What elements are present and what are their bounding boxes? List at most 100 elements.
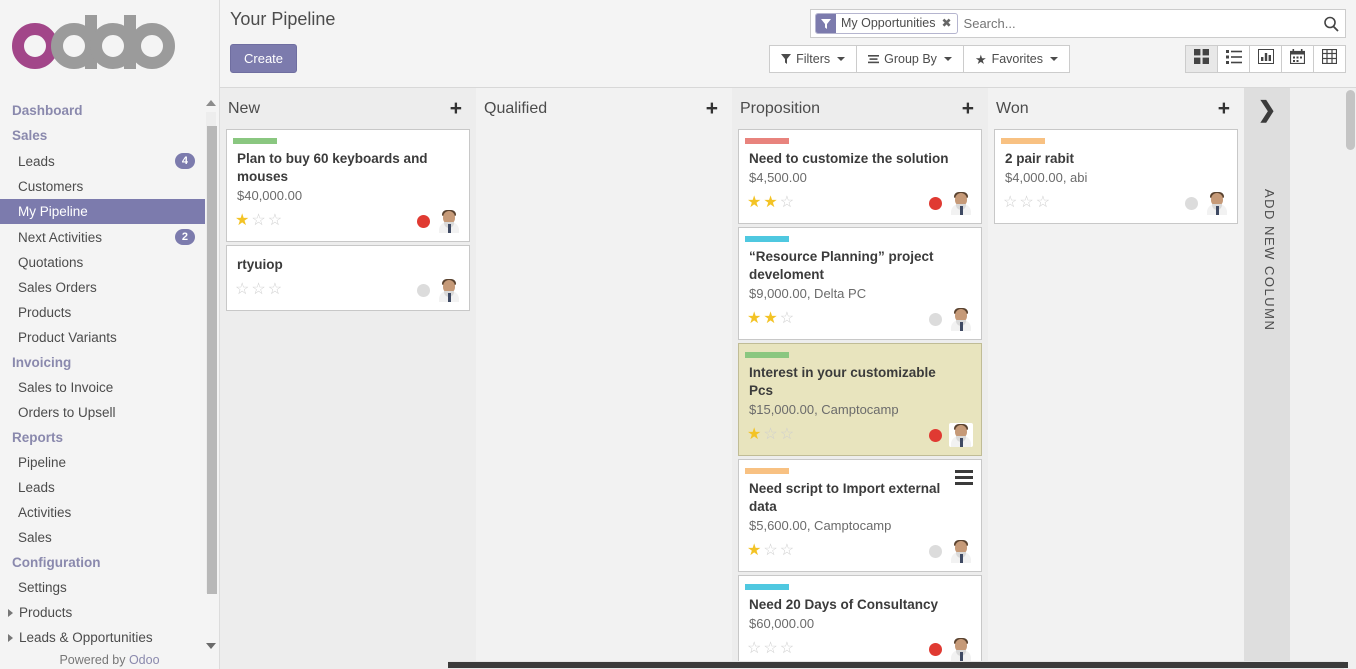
groupby-button[interactable]: Group By	[856, 45, 964, 73]
sidebar-item-products[interactable]: Products	[0, 600, 205, 625]
priority-star-icon[interactable]: ☆	[1036, 194, 1050, 212]
favorites-button[interactable]: ★ Favorites	[962, 45, 1070, 73]
card-status-dot[interactable]	[417, 214, 430, 228]
sidebar-item-next-activities[interactable]: Next Activities 2	[0, 224, 205, 250]
priority-star-icon[interactable]: ☆	[780, 426, 794, 444]
main-vertical-scrollbar[interactable]	[1345, 88, 1356, 661]
search-input[interactable]	[960, 16, 1321, 31]
sidebar-item-products[interactable]: Products	[0, 300, 205, 325]
priority-star-icon[interactable]: ☆	[763, 640, 777, 658]
priority-star-icon[interactable]: ☆	[780, 310, 794, 328]
search-facet-my-opportunities[interactable]: My Opportunities ✖	[815, 13, 958, 34]
priority-star-icon[interactable]: ★	[763, 194, 777, 212]
filters-button[interactable]: Filters	[769, 45, 858, 73]
add-card-icon[interactable]: +	[1218, 98, 1230, 119]
priority-star-icon[interactable]: ☆	[1003, 194, 1017, 212]
scroll-up-arrow-icon[interactable]	[206, 100, 216, 106]
kanban-column-title[interactable]: Won	[996, 100, 1218, 118]
scrollbar-thumb[interactable]	[1346, 90, 1355, 150]
kanban-column-title[interactable]: New	[228, 100, 450, 118]
kanban-column-title[interactable]: Proposition	[740, 100, 962, 118]
priority-star-icon[interactable]: ☆	[251, 212, 265, 230]
priority-star-icon[interactable]: ☆	[780, 640, 794, 658]
priority-star-icon[interactable]: ☆	[235, 281, 249, 299]
odoo-logo[interactable]	[0, 0, 219, 92]
card-menu-icon[interactable]	[955, 470, 973, 488]
priority-star-icon[interactable]: ★	[235, 212, 249, 230]
kanban-card[interactable]: rtyuiop ☆ ☆ ☆	[226, 245, 470, 311]
facet-remove-icon[interactable]: ✖	[939, 14, 956, 33]
sidebar-item-sales-orders[interactable]: Sales Orders	[0, 275, 205, 300]
add-card-icon[interactable]: +	[450, 98, 462, 119]
card-status-dot[interactable]	[929, 312, 942, 326]
add-card-icon[interactable]: +	[962, 98, 974, 119]
priority-star-icon[interactable]: ★	[747, 194, 761, 212]
avatar[interactable]	[949, 637, 973, 661]
priority-star-icon[interactable]: ☆	[268, 281, 282, 299]
sidebar-item-orders-to-upsell[interactable]: Orders to Upsell	[0, 400, 205, 425]
main-horizontal-scrollbar[interactable]	[448, 661, 1348, 669]
avatar[interactable]	[949, 307, 973, 331]
priority-star-icon[interactable]: ☆	[763, 426, 777, 444]
sidebar-item-my-pipeline[interactable]: My Pipeline	[0, 199, 205, 224]
sidebar-item-sales[interactable]: Sales	[0, 525, 205, 550]
odoo-link[interactable]: Odoo	[129, 653, 160, 667]
search-bar[interactable]: My Opportunities ✖	[810, 9, 1346, 38]
priority-star-icon[interactable]: ☆	[780, 542, 794, 560]
search-icon[interactable]	[1321, 16, 1341, 32]
card-status-dot[interactable]	[929, 196, 942, 210]
scrollbar-track[interactable]	[206, 112, 217, 594]
sidebar-item-leads-opportunities[interactable]: Leads & Opportunities	[0, 625, 205, 647]
priority-star-icon[interactable]: ☆	[1019, 194, 1033, 212]
card-status-dot[interactable]	[929, 428, 942, 442]
kanban-card[interactable]: Need 20 Days of Consultancy $60,000.00 ☆ ☆ ☆	[738, 575, 982, 669]
add-new-column-button[interactable]: ❯ ADD NEW COLUMN	[1244, 88, 1290, 669]
avatar[interactable]	[437, 209, 461, 233]
priority-star-icon[interactable]: ☆	[268, 212, 282, 230]
sidebar-item-settings[interactable]: Settings	[0, 575, 205, 600]
scrollbar-thumb[interactable]	[448, 662, 1348, 668]
avatar[interactable]	[949, 423, 973, 447]
kanban-card[interactable]: Interest in your customizable Pcs $15,000…	[738, 343, 982, 456]
create-button[interactable]: Create	[230, 44, 298, 73]
card-status-dot[interactable]	[417, 283, 430, 297]
sidebar-item-activities[interactable]: Activities	[0, 500, 205, 525]
priority-star-icon[interactable]: ☆	[780, 194, 794, 212]
graph-view-button[interactable]	[1249, 45, 1282, 73]
sidebar-item-sales-to-invoice[interactable]: Sales to Invoice	[0, 375, 205, 400]
sidebar-item-pipeline[interactable]: Pipeline	[0, 450, 205, 475]
kanban-card[interactable]: Need to customize the solution $4,500.00 ★…	[738, 129, 982, 224]
card-status-dot[interactable]	[929, 642, 942, 656]
kanban-card[interactable]: “Resource Planning” project develoment $9…	[738, 227, 982, 340]
card-status-dot[interactable]	[929, 544, 942, 558]
kanban-column-title[interactable]: Qualified	[484, 100, 706, 118]
sidebar-item-customers[interactable]: Customers	[0, 174, 205, 199]
kanban-view-button[interactable]	[1185, 45, 1218, 73]
sidebar-item-leads[interactable]: Leads	[0, 475, 205, 500]
priority-star-icon[interactable]: ★	[747, 426, 761, 444]
sidebar-item-product-variants[interactable]: Product Variants	[0, 325, 205, 350]
pivot-view-button[interactable]	[1313, 45, 1346, 73]
sidebar-item-leads[interactable]: Leads 4	[0, 148, 205, 174]
scroll-down-arrow-icon[interactable]	[206, 643, 216, 649]
card-status-dot[interactable]	[1185, 196, 1198, 210]
avatar[interactable]	[949, 539, 973, 563]
priority-star-icon[interactable]: ★	[763, 310, 777, 328]
avatar[interactable]	[949, 191, 973, 215]
list-view-button[interactable]	[1217, 45, 1250, 73]
priority-star-icon[interactable]: ★	[747, 310, 761, 328]
priority-star-icon[interactable]: ☆	[747, 640, 761, 658]
priority-star-icon[interactable]: ☆	[251, 281, 265, 299]
avatar[interactable]	[437, 278, 461, 302]
calendar-view-button[interactable]	[1281, 45, 1314, 73]
add-card-icon[interactable]: +	[706, 98, 718, 119]
kanban-card[interactable]: Need script to Import external data $5,60…	[738, 459, 982, 572]
sidebar-item-quotations[interactable]: Quotations	[0, 250, 205, 275]
scrollbar-thumb[interactable]	[207, 126, 217, 594]
sidebar-scrollbar[interactable]	[205, 100, 217, 649]
kanban-card[interactable]: 2 pair rabit $4,000.00, abi ☆ ☆ ☆	[994, 129, 1238, 224]
kanban-card[interactable]: Plan to buy 60 keyboards and mouses $40,0…	[226, 129, 470, 242]
avatar[interactable]	[1205, 191, 1229, 215]
priority-star-icon[interactable]: ☆	[763, 542, 777, 560]
priority-star-icon[interactable]: ★	[747, 542, 761, 560]
